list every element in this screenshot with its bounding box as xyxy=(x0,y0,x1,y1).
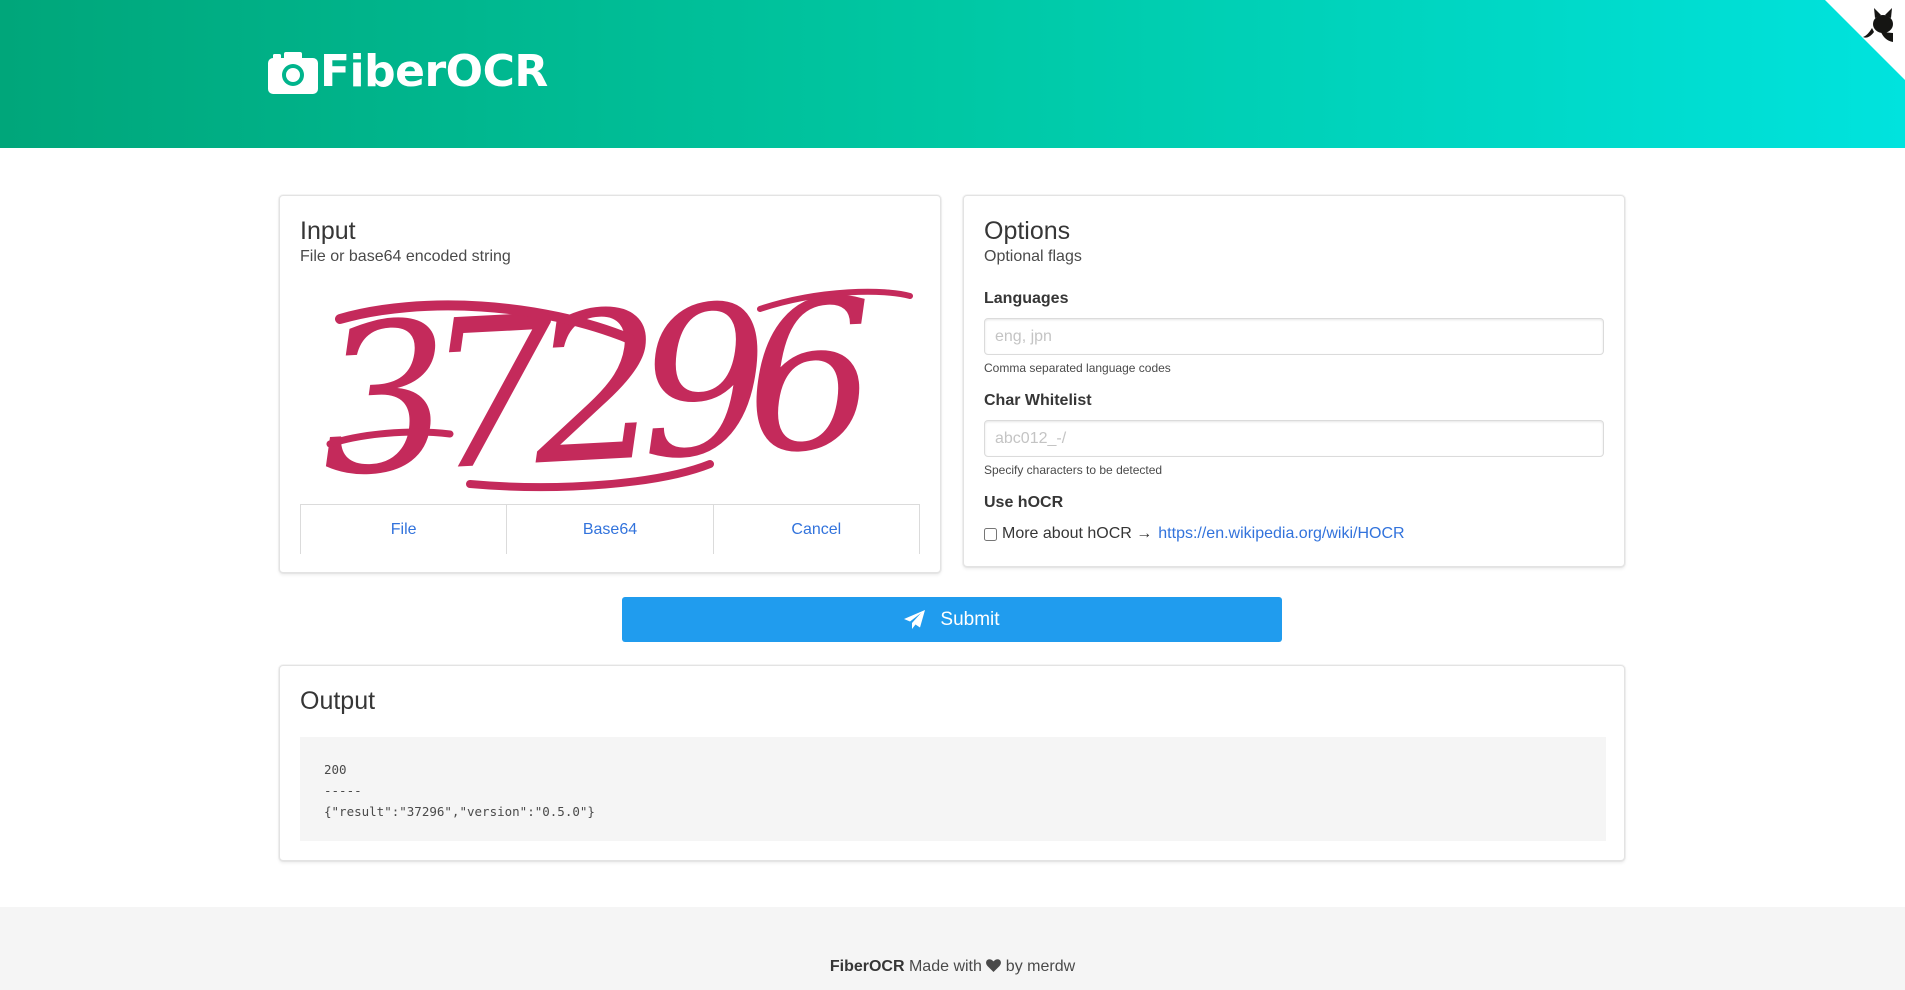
hocr-row: More about hOCR → https://en.wikipedia.o… xyxy=(984,525,1405,543)
options-subtitle: Optional flags xyxy=(984,247,1082,265)
output-content: 200 ----- {"result":"37296","version":"0… xyxy=(300,737,1606,841)
hocr-label: Use hOCR xyxy=(984,494,1064,511)
hocr-text: More about hOCR → xyxy=(1002,525,1153,542)
footer-text: FiberOCR Made with by merdw xyxy=(0,958,1905,976)
github-corner-link[interactable] xyxy=(1825,0,1905,80)
input-title: Input xyxy=(300,217,356,245)
footer-made-with: Made with xyxy=(908,958,982,975)
hero-header: FiberOCR xyxy=(0,0,1905,148)
file-actions: File Base64 Cancel xyxy=(300,504,920,554)
footer-by: by merdw xyxy=(1005,958,1076,975)
github-octocat-icon xyxy=(1825,0,1905,80)
captcha-image: 37296 xyxy=(314,284,913,499)
brand-title: FiberOCR xyxy=(320,46,548,97)
whitelist-label: Char Whitelist xyxy=(984,392,1092,409)
languages-help: Comma separated language codes xyxy=(984,361,1171,375)
hocr-link[interactable]: https://en.wikipedia.org/wiki/HOCR xyxy=(1158,525,1404,543)
heart-icon xyxy=(986,959,1002,972)
cancel-button[interactable]: Cancel xyxy=(714,505,920,554)
languages-input[interactable] xyxy=(984,318,1604,355)
input-subtitle: File or base64 encoded string xyxy=(300,247,511,265)
camera-icon xyxy=(268,51,318,94)
image-preview: 37296 xyxy=(300,284,920,499)
whitelist-input[interactable] xyxy=(984,420,1604,457)
file-button[interactable]: File xyxy=(300,505,508,554)
paper-plane-icon xyxy=(904,609,926,629)
options-title: Options xyxy=(984,217,1071,245)
whitelist-help: Specify characters to be detected xyxy=(984,463,1163,477)
captcha-text: 37296 xyxy=(314,284,875,499)
base64-button[interactable]: Base64 xyxy=(507,505,714,554)
input-card: Input File or base64 encoded string 3729… xyxy=(279,195,941,573)
options-card: Options Optional flags Languages Comma s… xyxy=(963,195,1625,567)
languages-label: Languages xyxy=(984,290,1069,307)
submit-button[interactable]: Submit xyxy=(622,597,1282,642)
output-card: Output 200 ----- {"result":"37296","vers… xyxy=(279,665,1625,861)
hocr-checkbox[interactable] xyxy=(984,527,997,541)
submit-label: Submit xyxy=(940,608,1000,630)
footer-brand: FiberOCR xyxy=(829,958,905,975)
footer: FiberOCR Made with by merdw xyxy=(0,907,1905,990)
output-title: Output xyxy=(300,687,376,715)
brand[interactable]: FiberOCR xyxy=(268,46,548,97)
